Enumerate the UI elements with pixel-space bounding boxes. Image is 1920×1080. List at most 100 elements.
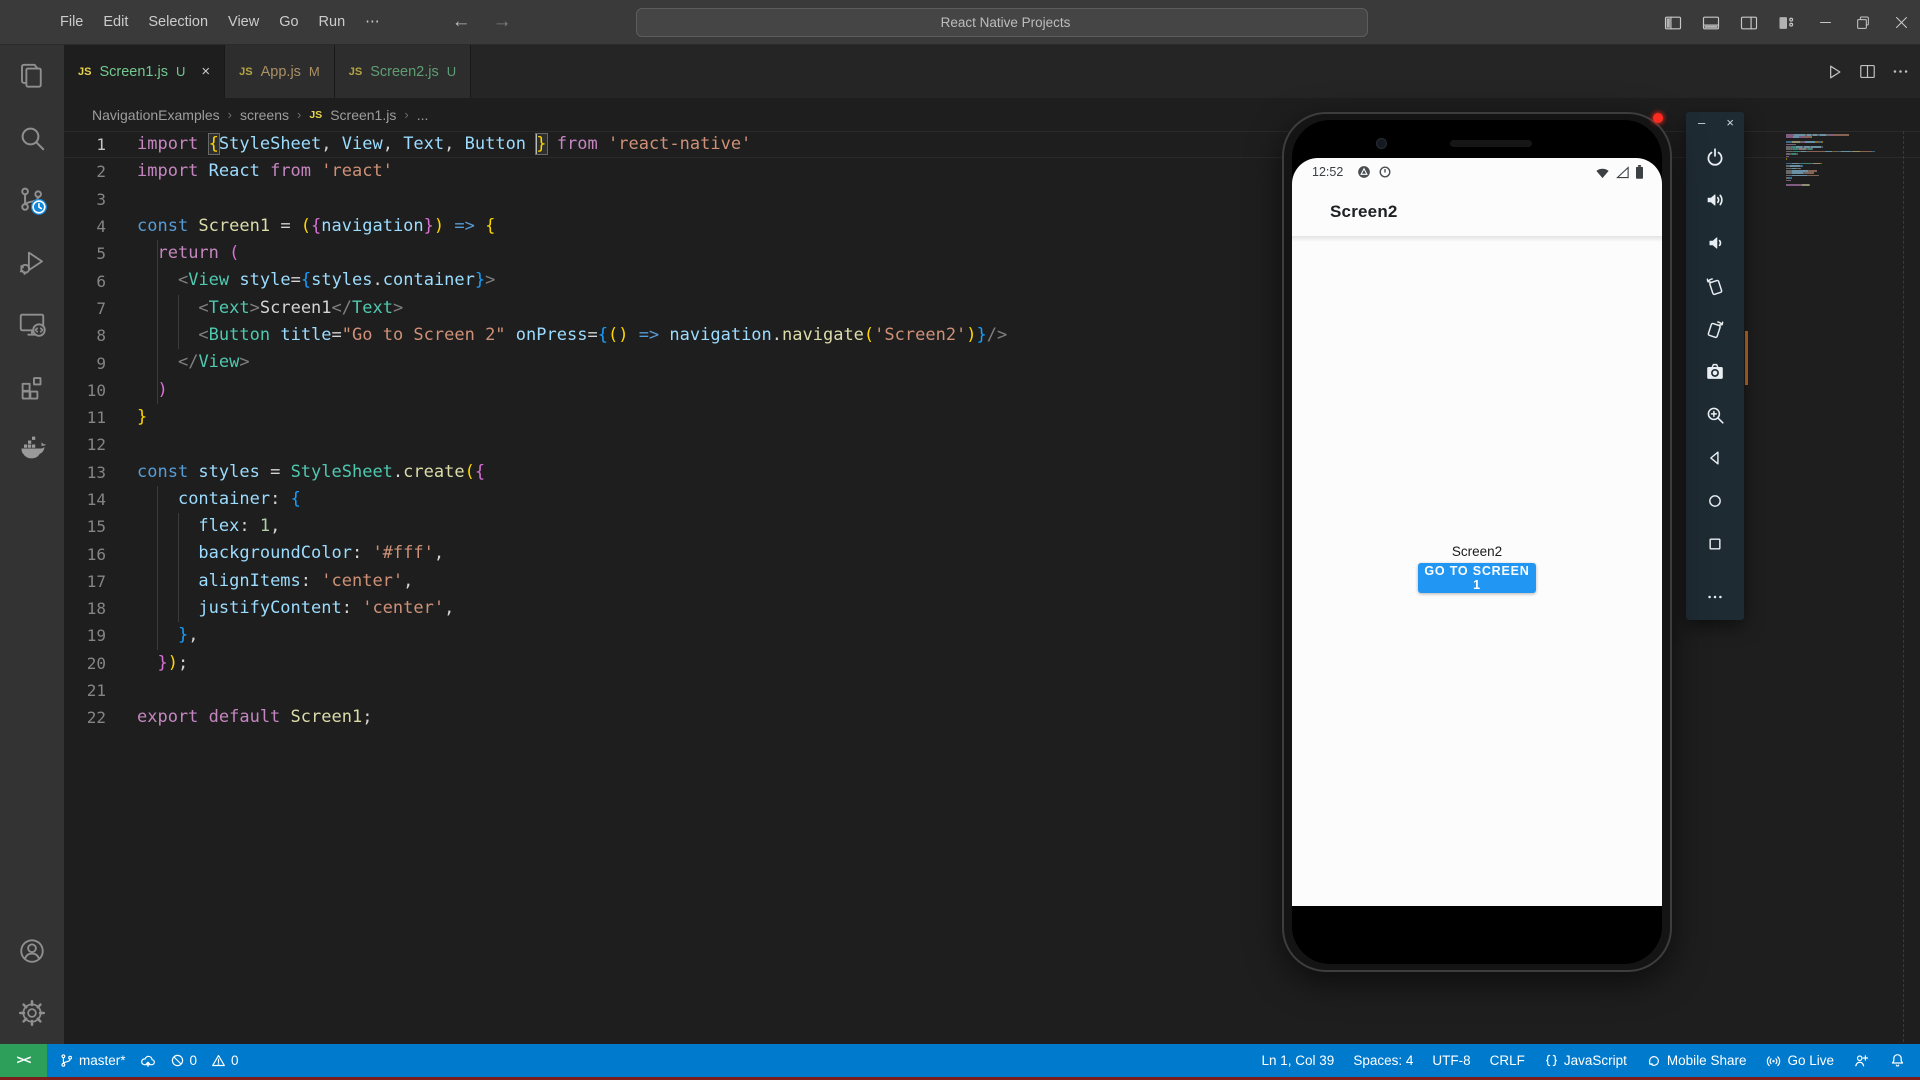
breadcrumb-item[interactable]: NavigationExamples (92, 107, 220, 123)
status-item-master-[interactable]: master* (59, 1053, 126, 1068)
mobile-share-icon (1646, 1053, 1662, 1069)
power-icon[interactable] (1704, 135, 1726, 178)
status-item-bell[interactable] (1889, 1052, 1906, 1069)
vscode-logo-icon (14, 10, 38, 34)
screenshot-icon[interactable] (1704, 350, 1726, 393)
emulator-close-button[interactable]: × (1726, 115, 1734, 135)
line-number: 2 (64, 162, 106, 181)
menu-file[interactable]: File (50, 9, 93, 35)
status-bar-right: Ln 1, Col 39 Spaces: 4 UTF-8 CRLF JavaScript… (1262, 1052, 1920, 1069)
volume-up-icon[interactable] (1704, 178, 1726, 221)
run-debug-icon[interactable] (0, 231, 64, 293)
docker-icon[interactable] (0, 417, 64, 479)
tab-app-js[interactable]: JSApp.jsM (225, 45, 335, 98)
code-text: import {StyleSheet, View, Text, Button }… (106, 131, 751, 158)
layout-sidebar-left-icon[interactable] (1654, 0, 1692, 45)
status-bar-left: master* 00 (59, 1053, 239, 1069)
indent-guide (157, 486, 158, 650)
menu-view[interactable]: View (218, 9, 269, 35)
close-icon[interactable]: × (201, 63, 210, 80)
js-file-icon: JS (78, 66, 91, 78)
source-control-icon[interactable] (0, 169, 64, 231)
warning-icon (211, 1053, 226, 1068)
emulator-minimize-button[interactable]: – (1698, 115, 1705, 135)
layout-sidebar-right-icon[interactable] (1730, 0, 1768, 45)
status-item-feedback[interactable] (1853, 1052, 1870, 1069)
close-icon[interactable] (1882, 0, 1920, 45)
minimap-line (1786, 180, 1791, 182)
app-bar: Screen2 (1292, 188, 1662, 236)
line-number: 7 (64, 299, 106, 318)
more-icon[interactable] (1705, 575, 1725, 618)
rotate-right-icon[interactable] (1704, 307, 1726, 350)
status-item-go-live[interactable]: Go Live (1765, 1052, 1834, 1069)
files-icon[interactable] (0, 45, 64, 107)
remote-indicator[interactable]: >< (0, 1044, 47, 1077)
search-icon[interactable] (0, 107, 64, 169)
breadcrumb-item[interactable]: ... (417, 107, 429, 123)
menu-run[interactable]: Run (309, 9, 356, 35)
code-text: }); (106, 650, 188, 677)
nav-back-icon[interactable] (1705, 436, 1725, 479)
history-forward-icon[interactable]: → (493, 11, 512, 33)
vscode-window: FileEditSelectionViewGoRun⋯ ← → React Na… (0, 0, 1920, 1080)
menu-[interactable]: ⋯ (355, 9, 390, 35)
breadcrumb-separator: › (297, 107, 301, 122)
go-to-screen1-button[interactable]: GO TO SCREEN 1 (1418, 563, 1536, 593)
status-item-0[interactable]: 0 (211, 1053, 239, 1068)
status-label: Go Live (1787, 1053, 1834, 1068)
git-status-badge: M (309, 64, 320, 79)
breadcrumb-item[interactable]: Screen1.js (330, 107, 396, 123)
tab-screen2-js[interactable]: JSScreen2.jsU (335, 45, 471, 98)
error-icon (170, 1053, 185, 1068)
volume-down-icon[interactable] (1704, 221, 1726, 264)
zoom-in-icon[interactable] (1704, 393, 1726, 436)
minimap-line (1786, 141, 1823, 143)
minimap[interactable] (1786, 134, 1904, 734)
git-status-badge: U (447, 64, 456, 79)
indent-guide (178, 295, 179, 350)
indent-guide (178, 513, 179, 622)
remote-explorer-icon[interactable] (0, 293, 64, 355)
tab-screen1-js[interactable]: JSScreen1.jsU× (64, 45, 225, 98)
command-center-search[interactable]: React Native Projects (636, 8, 1368, 37)
menu-go[interactable]: Go (269, 9, 308, 35)
minimap-line (1786, 148, 1813, 150)
breadcrumb-item[interactable]: screens (240, 107, 289, 123)
app-bar-shadow (1292, 236, 1662, 242)
status-label: UTF-8 (1432, 1053, 1470, 1068)
status-item-spaces-4[interactable]: Spaces: 4 (1353, 1053, 1413, 1068)
status-item-javascript[interactable]: JavaScript (1544, 1053, 1627, 1068)
status-item-cloud-upload[interactable] (140, 1053, 156, 1069)
status-item-0[interactable]: 0 (170, 1053, 198, 1068)
more-actions-icon[interactable] (1891, 62, 1910, 81)
android-nav-bar (1292, 906, 1662, 944)
layout-customize-icon[interactable] (1768, 0, 1806, 45)
settings-gear-icon[interactable] (0, 982, 64, 1044)
braces-icon (1544, 1053, 1559, 1068)
git-status-badge: U (176, 64, 185, 79)
line-number: 18 (64, 599, 106, 618)
minimap-line (1786, 163, 1822, 165)
run-action-icon[interactable] (1824, 62, 1844, 82)
code-text: <Text>Screen1</Text> (106, 295, 403, 322)
layout-panel-icon[interactable] (1692, 0, 1730, 45)
rotate-left-icon[interactable] (1704, 264, 1726, 307)
status-item-crlf[interactable]: CRLF (1490, 1053, 1525, 1068)
status-item-utf-8[interactable]: UTF-8 (1432, 1053, 1470, 1068)
status-item-mobile-share[interactable]: Mobile Share (1646, 1053, 1747, 1069)
menu-edit[interactable]: Edit (93, 9, 138, 35)
split-editor-icon[interactable] (1858, 62, 1877, 81)
nav-home-icon[interactable] (1705, 479, 1725, 522)
history-back-icon[interactable]: ← (452, 11, 471, 33)
code-text: alignItems: 'center', (106, 568, 413, 595)
status-item-ln-1-col-39[interactable]: Ln 1, Col 39 (1262, 1053, 1335, 1068)
restore-icon[interactable] (1844, 0, 1882, 45)
account-icon[interactable] (0, 920, 64, 982)
nav-overview-icon[interactable] (1705, 522, 1725, 565)
menu-selection[interactable]: Selection (138, 9, 218, 35)
extensions-icon[interactable] (0, 355, 64, 417)
code-text: } (106, 404, 147, 431)
line-number: 8 (64, 326, 106, 345)
minimize-icon[interactable] (1806, 0, 1844, 45)
